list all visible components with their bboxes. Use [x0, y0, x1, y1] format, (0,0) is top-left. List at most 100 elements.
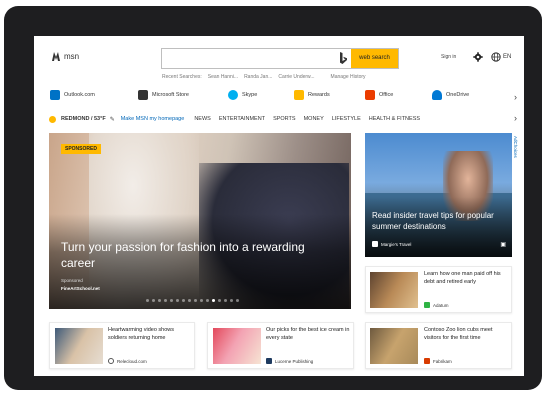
news-card-video[interactable]: Heartwarming video shows soldiers return…: [49, 322, 195, 369]
quicklink-outlook[interactable]: Outlook.com: [50, 90, 95, 100]
chevron-right-icon[interactable]: ›: [514, 113, 517, 123]
quicklink-office[interactable]: Office: [365, 90, 393, 100]
search-input[interactable]: [166, 52, 346, 70]
recent-searches-label: Recent Searches:: [162, 74, 202, 80]
carousel-dot[interactable]: [230, 299, 233, 302]
nav-item-news[interactable]: NEWS: [194, 116, 211, 122]
logo-text: msn: [64, 52, 80, 61]
make-homepage-link[interactable]: Make MSN my homepage: [121, 116, 185, 122]
edit-icon[interactable]: ✎: [110, 116, 115, 123]
card-title[interactable]: Our picks for the best ice cream in ever…: [266, 327, 352, 342]
card-title[interactable]: Contoso Zoo lion cubs meet visitors for …: [424, 327, 510, 342]
carousel-dot[interactable]: [200, 299, 203, 302]
travel-title[interactable]: Read insider travel tips for popular sum…: [372, 210, 507, 232]
office-icon: [365, 90, 375, 100]
card-source: Fabrikam: [424, 358, 452, 364]
carousel-dot[interactable]: [176, 299, 179, 302]
quicklink-rewards[interactable]: Rewards: [294, 90, 330, 100]
outlook-icon: [50, 90, 60, 100]
hero-carousel[interactable]: SPONSORED Turn your passion for fashion …: [49, 133, 351, 309]
card-thumbnail: [55, 328, 103, 364]
carousel-dot[interactable]: [206, 299, 209, 302]
skype-icon: [228, 90, 238, 100]
recent-search-item[interactable]: Sean Hanni...: [208, 74, 238, 80]
nav-item-money[interactable]: MONEY: [304, 116, 324, 122]
adatum-icon: [424, 302, 430, 308]
quicklink-label: Outlook.com: [64, 92, 95, 98]
nav-item-lifestyle[interactable]: LIFESTYLE: [332, 116, 361, 122]
carousel-dots: [146, 299, 239, 302]
carousel-dot[interactable]: [158, 299, 161, 302]
carousel-dot[interactable]: [152, 299, 155, 302]
news-card-debt[interactable]: Learn how one man paid off his debt and …: [365, 266, 512, 313]
onedrive-icon: [432, 90, 442, 100]
nav-item-health-fitness[interactable]: HEALTH & FITNESS: [369, 116, 420, 122]
fabrikam-icon: [424, 358, 430, 364]
quicklinks-bar: Outlook.com Microsoft Store Skype Reward…: [50, 90, 520, 104]
card-thumbnail: [213, 328, 261, 364]
lucerne-icon: [266, 358, 272, 364]
gear-icon[interactable]: [473, 52, 483, 62]
signin-link[interactable]: Sign in: [441, 54, 456, 60]
card-source: Adatum: [424, 302, 449, 308]
globe-icon: [491, 52, 501, 62]
card-source-label: Adatum: [433, 302, 449, 308]
travel-card[interactable]: Read insider travel tips for popular sum…: [365, 133, 512, 257]
store-icon: [138, 90, 148, 100]
carousel-dot[interactable]: [164, 299, 167, 302]
hero-sponsored-label: Sponsored: [61, 278, 83, 283]
carousel-dot[interactable]: [236, 299, 239, 302]
recent-searches: Recent Searches: Sean Hanni... Randa Jan…: [162, 74, 366, 80]
carousel-dot[interactable]: [224, 299, 227, 302]
card-source-label: Relecloud.com: [117, 358, 147, 364]
weather-location[interactable]: REDMOND / 53°F: [61, 116, 106, 122]
nav-item-entertainment[interactable]: ENTERTAINMENT: [219, 116, 265, 122]
nav-item-sports[interactable]: SPORTS: [273, 116, 296, 122]
card-thumbnail: [370, 272, 418, 308]
manage-history-link[interactable]: Manage History: [331, 74, 366, 80]
quicklink-label: Rewards: [308, 92, 330, 98]
quicklink-label: OneDrive: [446, 92, 470, 98]
web-search-button[interactable]: web search: [351, 49, 398, 68]
card-source: Lucerne Publishing: [266, 358, 313, 364]
search-box[interactable]: web search: [161, 48, 399, 70]
carousel-dot[interactable]: [188, 299, 191, 302]
card-source-label: Lucerne Publishing: [275, 358, 314, 364]
carousel-dot[interactable]: [182, 299, 185, 302]
recent-search-item[interactable]: Carrie Underw...: [278, 74, 314, 80]
bing-icon: [340, 52, 347, 64]
card-thumbnail: [370, 328, 418, 364]
quicklink-skype[interactable]: Skype: [228, 90, 257, 100]
nav-bar: REDMOND / 53°F ✎ Make MSN my homepage NE…: [49, 113, 519, 125]
card-source: Relecloud.com: [108, 358, 147, 364]
sun-icon: [49, 115, 56, 123]
card-title[interactable]: Heartwarming video shows soldiers return…: [108, 327, 194, 342]
card-title[interactable]: Learn how one man paid off his debt and …: [424, 271, 510, 286]
msn-butterfly-icon: [52, 52, 60, 61]
carousel-dot[interactable]: [212, 299, 215, 302]
card-source-label: Fabrikam: [433, 358, 452, 364]
camera-icon: ▣: [500, 242, 506, 248]
rewards-icon: [294, 90, 304, 100]
news-card-lion[interactable]: Contoso Zoo lion cubs meet visitors for …: [365, 322, 512, 369]
carousel-dot[interactable]: [146, 299, 149, 302]
quicklink-onedrive[interactable]: OneDrive: [432, 90, 469, 100]
travel-source-label: Margie's Travel: [381, 241, 412, 247]
adchoices-link[interactable]: AdChoices: [513, 136, 518, 158]
chevron-right-icon[interactable]: ›: [514, 92, 517, 102]
cloud-icon: [108, 358, 114, 364]
news-card-icecream[interactable]: Our picks for the best ice cream in ever…: [207, 322, 354, 369]
hero-source: FineArtSchool.net: [61, 286, 100, 291]
msn-logo[interactable]: msn: [51, 51, 79, 62]
quicklink-label: Skype: [242, 92, 258, 98]
carousel-dot[interactable]: [194, 299, 197, 302]
msn-homepage: msn web search Recent Searches: Sean Han…: [34, 36, 524, 376]
travel-source: Margie's Travel: [372, 241, 411, 247]
recent-search-item[interactable]: Randa Jan...: [244, 74, 272, 80]
carousel-dot[interactable]: [170, 299, 173, 302]
carousel-dot[interactable]: [218, 299, 221, 302]
hero-title[interactable]: Turn your passion for fashion into a rew…: [61, 239, 311, 271]
quicklink-store[interactable]: Microsoft Store: [138, 90, 189, 100]
margies-travel-icon: [372, 241, 378, 247]
language-selector[interactable]: EN: [491, 52, 511, 62]
